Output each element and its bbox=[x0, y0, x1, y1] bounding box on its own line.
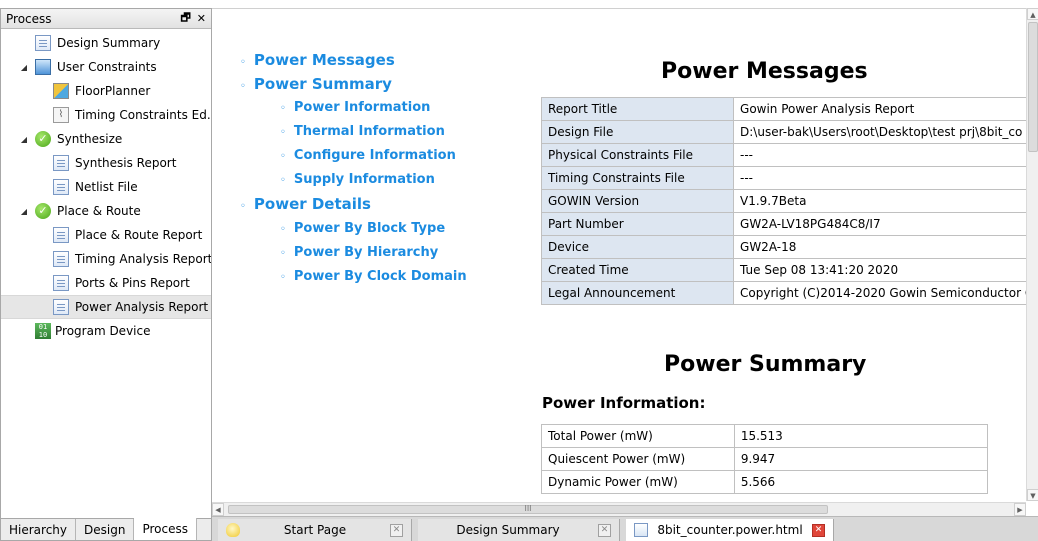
user-constraints-icon bbox=[35, 59, 51, 75]
process-panel-header: Process 🗗 ✕ bbox=[1, 9, 211, 29]
toc-link-power-details[interactable]: ◦ Power Details bbox=[240, 195, 371, 213]
document-icon bbox=[53, 299, 69, 315]
table-row: Timing Constraints File --- bbox=[540, 166, 1026, 190]
table-row: Dynamic Power (mW) 5.566 bbox=[541, 470, 989, 494]
tree-item-floorplanner[interactable]: FloorPlanner bbox=[1, 79, 211, 103]
process-panel-title: Process bbox=[6, 11, 52, 26]
tree-item-label: Ports & Pins Report bbox=[75, 276, 190, 290]
close-tab-icon[interactable]: ✕ bbox=[598, 523, 611, 537]
tab-design-summary[interactable]: Design Summary ✕ bbox=[418, 519, 620, 541]
tree-item-label: User Constraints bbox=[57, 60, 157, 74]
toc-link-supply-information[interactable]: ◦ Supply Information bbox=[280, 172, 435, 187]
tree-item-label: FloorPlanner bbox=[75, 84, 151, 98]
toc-link-power-by-clock-domain[interactable]: ◦ Power By Clock Domain bbox=[280, 269, 467, 284]
table-row: Design File D:\user-bak\Users\root\Deskto… bbox=[540, 120, 1026, 144]
check-icon: ✓ bbox=[35, 203, 51, 219]
tree-item-synthesize[interactable]: ◢ ✓ Synthesize bbox=[1, 127, 211, 151]
process-panel: Process 🗗 ✕ Design Summary ◢ User Constr… bbox=[0, 8, 212, 541]
close-tab-icon[interactable]: ✕ bbox=[390, 523, 403, 537]
editor-tab-bar: Start Page ✕ Design Summary ✕ 8bit_count… bbox=[212, 516, 1038, 541]
power-messages-table: Report Title Gowin Power Analysis Report … bbox=[540, 97, 1026, 305]
power-summary-heading: Power Summary bbox=[664, 352, 867, 377]
process-tree: Design Summary ◢ User Constraints FloorP… bbox=[1, 31, 211, 518]
float-panel-icon[interactable]: 🗗 bbox=[180, 9, 190, 28]
tree-item-label: Timing Analysis Report bbox=[75, 252, 211, 266]
scroll-down-icon[interactable]: ▼ bbox=[1027, 489, 1038, 501]
expand-arrow-icon[interactable]: ◢ bbox=[19, 63, 29, 72]
scroll-left-icon[interactable]: ◀ bbox=[212, 503, 224, 516]
tree-item-power-analysis-report[interactable]: Power Analysis Report bbox=[1, 295, 211, 319]
toc-link-power-by-hierarchy[interactable]: ◦ Power By Hierarchy bbox=[280, 245, 438, 260]
table-row: Quiescent Power (mW) 9.947 bbox=[541, 447, 989, 471]
tree-item-label: Synthesis Report bbox=[75, 156, 177, 170]
toc-link-power-summary[interactable]: ◦ Power Summary bbox=[240, 75, 392, 93]
power-information-heading: Power Information: bbox=[542, 394, 706, 412]
document-icon bbox=[53, 179, 69, 195]
table-row: Created Time Tue Sep 08 13:41:20 2020 bbox=[540, 258, 1026, 282]
lightbulb-icon bbox=[226, 523, 240, 537]
tree-item-label: Place & Route Report bbox=[75, 228, 203, 242]
tab-power-report[interactable]: 8bit_counter.power.html ✕ bbox=[626, 519, 834, 541]
document-icon bbox=[35, 35, 51, 51]
floorplanner-icon bbox=[53, 83, 69, 99]
check-icon: ✓ bbox=[35, 131, 51, 147]
expand-arrow-icon[interactable]: ◢ bbox=[19, 135, 29, 144]
toc-link-power-information[interactable]: ◦ Power Information bbox=[280, 100, 430, 115]
table-row: Report Title Gowin Power Analysis Report bbox=[540, 97, 1026, 121]
timing-constraints-icon: ⌇ bbox=[53, 107, 69, 123]
toc-link-power-messages[interactable]: ◦ Power Messages bbox=[240, 51, 395, 69]
tree-item-place-and-route[interactable]: ◢ ✓ Place & Route bbox=[1, 199, 211, 223]
scroll-right-icon[interactable]: ▶ bbox=[1014, 503, 1026, 516]
toc-link-configure-information[interactable]: ◦ Configure Information bbox=[280, 148, 456, 163]
close-tab-icon[interactable]: ✕ bbox=[812, 523, 825, 537]
tree-item-place-and-route-report[interactable]: Place & Route Report bbox=[1, 223, 211, 247]
tree-item-design-summary[interactable]: Design Summary bbox=[1, 31, 211, 55]
tree-item-synthesis-report[interactable]: Synthesis Report bbox=[1, 151, 211, 175]
table-row: Physical Constraints File --- bbox=[540, 143, 1026, 167]
tree-item-timing-analysis-report[interactable]: Timing Analysis Report bbox=[1, 247, 211, 271]
horizontal-scrollbar[interactable]: ◀ III ▶ bbox=[212, 502, 1026, 516]
tree-item-label: Netlist File bbox=[75, 180, 138, 194]
tab-process[interactable]: Process bbox=[134, 518, 197, 540]
power-messages-heading: Power Messages bbox=[661, 59, 868, 84]
tree-item-label: Design Summary bbox=[57, 36, 161, 50]
report-document: ◦ Power Messages ◦ Power Summary ◦ Power In… bbox=[212, 8, 1026, 501]
program-device-icon: 01 10 bbox=[35, 323, 51, 339]
tree-item-label: Program Device bbox=[55, 324, 151, 338]
tab-hierarchy[interactable]: Hierarchy bbox=[1, 519, 77, 540]
vertical-scroll-thumb[interactable] bbox=[1028, 22, 1038, 152]
table-row: Legal Announcement Copyright (C)2014-2020… bbox=[540, 281, 1026, 305]
scroll-up-icon[interactable]: ▲ bbox=[1027, 8, 1038, 20]
tree-item-label: Synthesize bbox=[57, 132, 123, 146]
tree-item-user-constraints[interactable]: ◢ User Constraints bbox=[1, 55, 211, 79]
table-row: GOWIN Version V1.9.7Beta bbox=[540, 189, 1026, 213]
document-icon bbox=[53, 155, 69, 171]
expand-arrow-icon[interactable]: ◢ bbox=[19, 207, 29, 216]
table-row: Total Power (mW) 15.513 bbox=[541, 424, 989, 448]
html-page-icon bbox=[634, 523, 648, 537]
tree-item-ports-and-pins-report[interactable]: Ports & Pins Report bbox=[1, 271, 211, 295]
table-row: Device GW2A-18 bbox=[540, 235, 1026, 259]
toc-link-power-by-block-type[interactable]: ◦ Power By Block Type bbox=[280, 221, 445, 236]
tab-design[interactable]: Design bbox=[76, 519, 135, 540]
panel-tab-bar: Hierarchy Design Process bbox=[1, 518, 211, 540]
power-information-table: Total Power (mW) 15.513 Quiescent Power (… bbox=[541, 424, 989, 494]
document-icon bbox=[53, 275, 69, 291]
document-icon bbox=[53, 251, 69, 267]
tree-item-timing-constraints-editor[interactable]: ⌇ Timing Constraints Ed... bbox=[1, 103, 211, 127]
vertical-scrollbar[interactable]: ▲ ▼ bbox=[1026, 8, 1038, 501]
tree-item-label: Power Analysis Report bbox=[75, 300, 209, 314]
tab-start-page[interactable]: Start Page ✕ bbox=[218, 519, 412, 541]
tree-item-label: Timing Constraints Ed... bbox=[75, 108, 211, 122]
tree-item-netlist-file[interactable]: Netlist File bbox=[1, 175, 211, 199]
toc-link-thermal-information[interactable]: ◦ Thermal Information bbox=[280, 124, 445, 139]
horizontal-scroll-thumb[interactable]: III bbox=[228, 505, 828, 514]
close-panel-icon[interactable]: ✕ bbox=[197, 12, 206, 25]
tree-item-label: Place & Route bbox=[57, 204, 141, 218]
tree-item-program-device[interactable]: 01 10 Program Device bbox=[1, 319, 211, 343]
document-icon bbox=[53, 227, 69, 243]
table-row: Part Number GW2A-LV18PG484C8/I7 bbox=[540, 212, 1026, 236]
